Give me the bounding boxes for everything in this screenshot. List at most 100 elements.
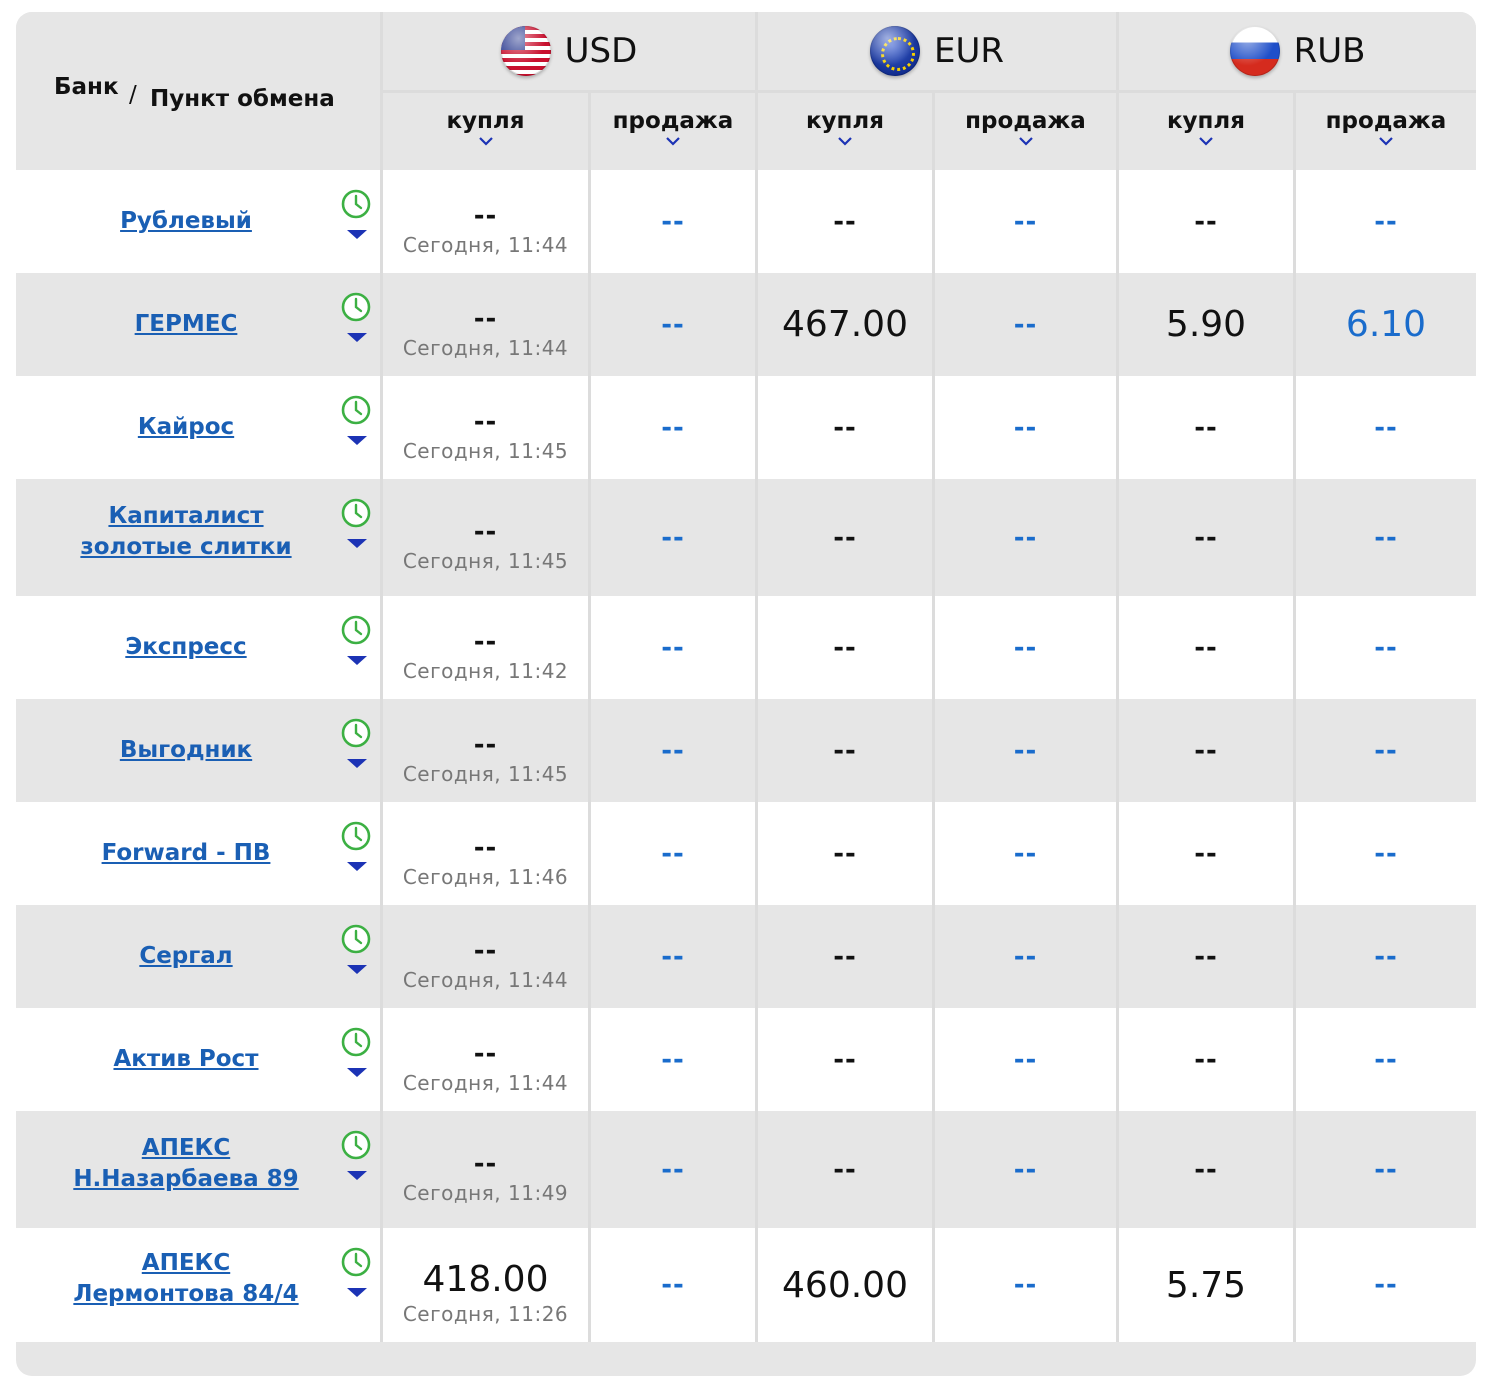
clock-icon[interactable] (340, 394, 372, 426)
updated-timestamp: Сегодня, 11:44 (402, 335, 569, 360)
table-row: Рублевый -- Сегодня, 11:44 -- -- -- -- -- (16, 170, 1476, 273)
rate-cell: 460.00 (758, 1228, 932, 1342)
eur-buy-rate: -- (833, 412, 857, 443)
us-flag-icon (500, 26, 551, 76)
rate-cell: -- (591, 1008, 755, 1111)
rub-buy-sort-header[interactable]: купля (1119, 93, 1293, 170)
expand-arrow-icon[interactable] (347, 1068, 367, 1077)
expand-arrow-icon[interactable] (347, 1288, 367, 1297)
sell-label: продажа (612, 108, 734, 134)
usd-buy-rate: -- (473, 200, 498, 231)
bank-name-link[interactable]: АПЕКС (38, 1133, 334, 1164)
rub-buy-rate: 5.75 (1165, 1264, 1247, 1306)
clock-icon[interactable] (340, 188, 372, 220)
rate-cell: -- (758, 1111, 932, 1228)
bank-name-link[interactable]: Лермонтова 84/4 (38, 1279, 334, 1310)
expand-arrow-icon[interactable] (347, 656, 367, 665)
clock-icon[interactable] (340, 923, 372, 955)
rate-cell: -- Сегодня, 11:49 (383, 1111, 588, 1228)
bank-name: Выгодник (38, 735, 334, 766)
table-row: Выгодник -- Сегодня, 11:45 -- -- -- -- -- (16, 699, 1476, 802)
usd-buy-sort-header[interactable]: купля (383, 93, 588, 170)
clock-icon[interactable] (340, 820, 372, 852)
rate-cell: -- Сегодня, 11:45 (383, 376, 588, 479)
expand-arrow-icon[interactable] (347, 1171, 367, 1180)
sort-chevron-down-icon[interactable] (1378, 136, 1394, 146)
bank-name-link[interactable]: ГЕРМЕС (38, 309, 334, 340)
expand-arrow-icon[interactable] (347, 539, 367, 548)
bank-name-link[interactable]: Сергал (38, 941, 334, 972)
bank-name-link[interactable]: Forward - ПВ (38, 838, 334, 869)
bank-name-link[interactable]: Выгодник (38, 735, 334, 766)
rub-sell-rate: -- (1374, 941, 1398, 972)
bank-name-link[interactable]: Актив Рост (38, 1044, 334, 1075)
rub-buy-rate: -- (1194, 632, 1218, 663)
sort-chevron-down-icon[interactable] (665, 136, 681, 146)
usd-buy-rate: -- (473, 1038, 498, 1069)
bank-name-link[interactable]: Н.Назарбаева 89 (38, 1164, 334, 1195)
rate-cell: -- Сегодня, 11:44 (383, 273, 588, 376)
sort-chevron-down-icon[interactable] (837, 136, 853, 146)
rub-sell-rate: -- (1374, 1154, 1398, 1185)
bank-name-link[interactable]: золотые слитки (38, 532, 334, 563)
rate-cell: -- (1119, 905, 1293, 1008)
bank-name: Сергал (38, 941, 334, 972)
bank-label: Банк (54, 74, 119, 100)
rate-cell: -- (591, 170, 755, 273)
expand-arrow-icon[interactable] (347, 862, 367, 871)
expand-arrow-icon[interactable] (347, 230, 367, 239)
bank-name-link[interactable]: Кайрос (38, 412, 334, 443)
usd-buy-rate: -- (473, 1148, 498, 1179)
sort-chevron-down-icon[interactable] (1198, 136, 1214, 146)
header-slash: / (129, 82, 137, 108)
table-row: АПЕКС Н.Назарбаева 89 -- Сегодня, 11:49 -- --… (16, 1111, 1476, 1228)
sell-label: продажа (1325, 108, 1447, 134)
rate-cell: -- (1296, 802, 1476, 905)
expand-arrow-icon[interactable] (347, 759, 367, 768)
rate-cell: -- (1119, 1008, 1293, 1111)
clock-icon[interactable] (340, 1246, 372, 1278)
expand-arrow-icon[interactable] (347, 965, 367, 974)
clock-icon[interactable] (340, 291, 372, 323)
rate-cell: -- (591, 273, 755, 376)
bank-cell: АПЕКС Н.Назарбаева 89 (16, 1111, 380, 1228)
eur-header: EUR (758, 12, 1116, 90)
clock-icon[interactable] (340, 1026, 372, 1058)
rub-buy-rate: -- (1194, 941, 1218, 972)
usd-buy-rate: -- (473, 729, 498, 760)
bank-name-link[interactable]: АПЕКС (38, 1248, 334, 1279)
usd-buy-rate: -- (473, 626, 498, 657)
column-divider (380, 12, 383, 1342)
clock-icon[interactable] (340, 614, 372, 646)
sort-chevron-down-icon[interactable] (1018, 136, 1034, 146)
clock-icon[interactable] (340, 1129, 372, 1161)
updated-timestamp: Сегодня, 11:49 (402, 1180, 569, 1205)
eur-sell-rate: -- (1013, 735, 1038, 766)
eur-buy-sort-header[interactable]: купля (758, 93, 932, 170)
bank-name: Капиталист золотые слитки (38, 501, 334, 563)
usd-header: USD (383, 12, 755, 90)
clock-icon[interactable] (340, 717, 372, 749)
rate-cell: -- Сегодня, 11:44 (383, 1008, 588, 1111)
sort-chevron-down-icon[interactable] (478, 136, 494, 146)
rate-cell: -- (591, 1111, 755, 1228)
rate-cell: -- (935, 1008, 1116, 1111)
expand-arrow-icon[interactable] (347, 333, 367, 342)
table-row: ГЕРМЕС -- Сегодня, 11:44 -- 467.00 -- 5.90 6.10 (16, 273, 1476, 376)
rub-sell-sort-header[interactable]: продажа (1296, 93, 1476, 170)
expand-arrow-icon[interactable] (347, 436, 367, 445)
bank-name-link[interactable]: Рублевый (38, 206, 334, 237)
eur-buy-rate: -- (833, 632, 857, 663)
eur-sell-sort-header[interactable]: продажа (935, 93, 1116, 170)
eur-code: EUR (934, 31, 1004, 71)
rate-cell: -- (935, 479, 1116, 596)
bank-name-link[interactable]: Капиталист (38, 501, 334, 532)
rate-cell: -- (935, 596, 1116, 699)
bank-name-link[interactable]: Экспресс (38, 632, 334, 663)
updated-timestamp: Сегодня, 11:42 (402, 658, 569, 683)
eur-sell-rate: -- (1013, 1044, 1038, 1075)
usd-sell-sort-header[interactable]: продажа (591, 93, 755, 170)
rub-sell-rate: -- (1374, 735, 1398, 766)
usd-buy-rate: -- (473, 935, 498, 966)
clock-icon[interactable] (340, 497, 372, 529)
